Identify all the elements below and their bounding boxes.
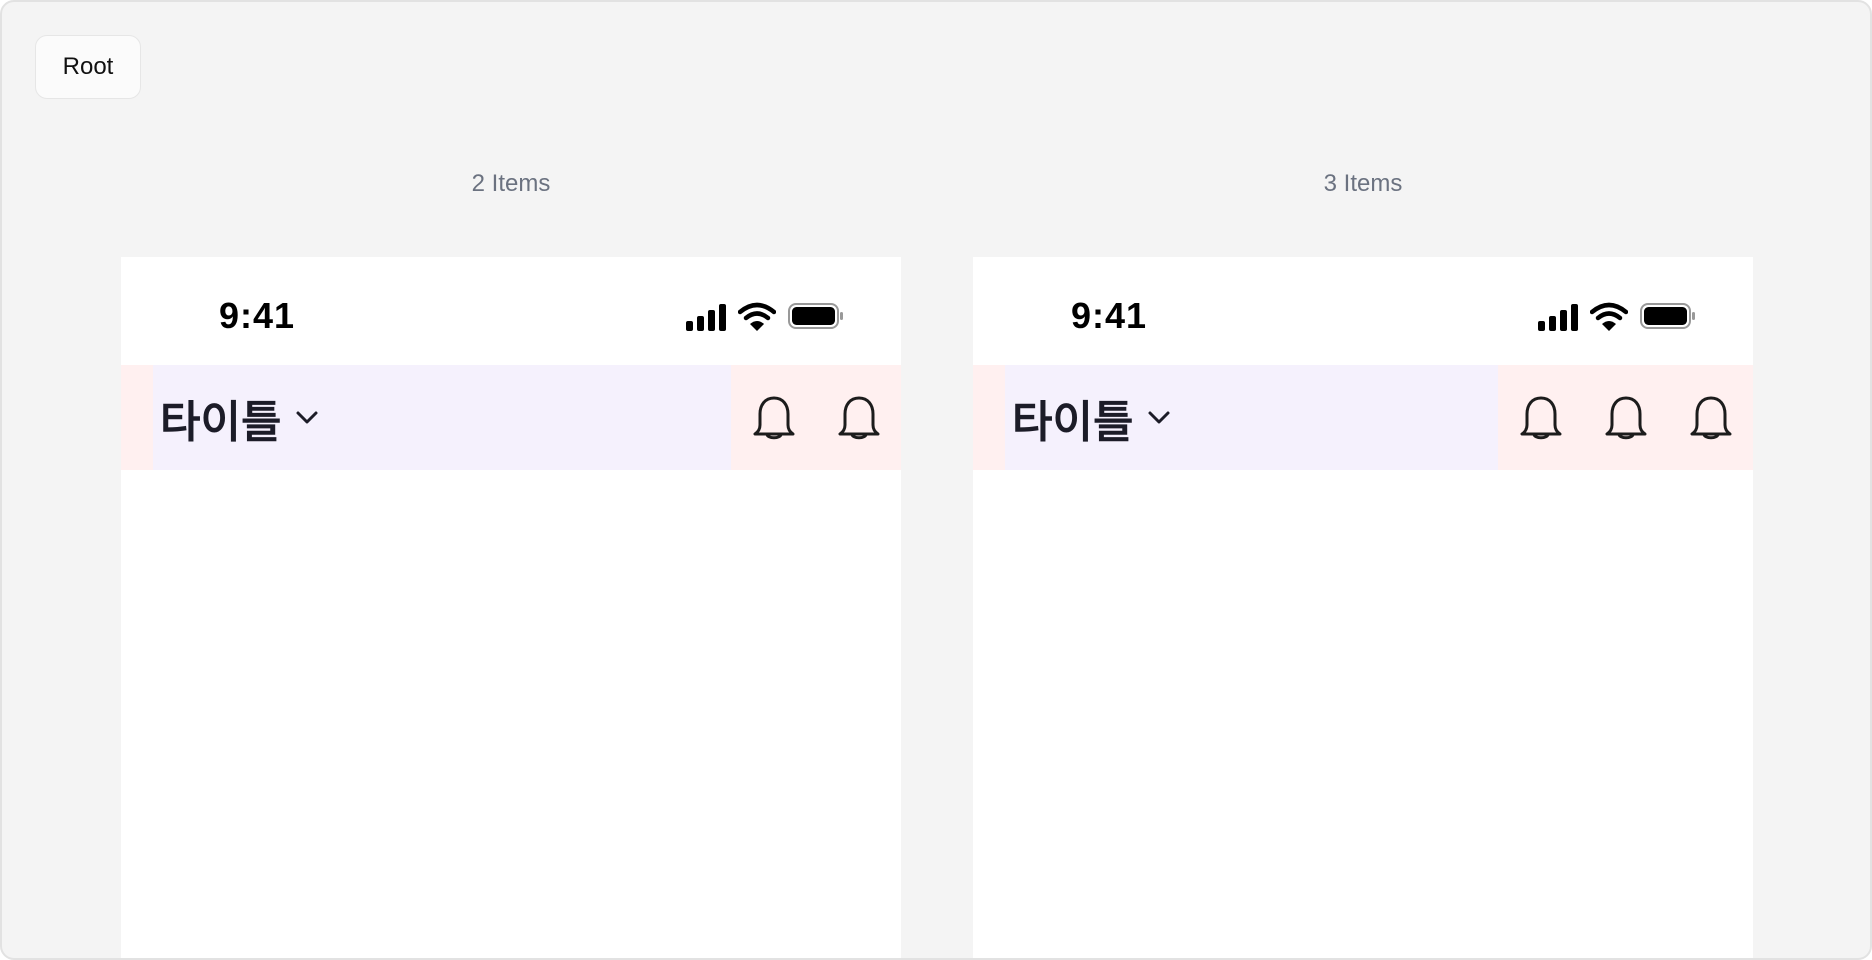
bell-icon bbox=[1690, 396, 1731, 439]
bell-icon bbox=[1605, 396, 1646, 439]
group-label-3-items: 3 Items bbox=[1323, 170, 1403, 197]
cellular-signal-icon bbox=[686, 304, 726, 331]
battery-icon bbox=[788, 303, 843, 329]
status-time: 9:41 bbox=[219, 295, 296, 336]
navigation-bar: 타이틀 bbox=[121, 365, 901, 470]
canvas: Root 2 Items 9:41 타이틀 3 Items 9:41 타이틀 bbox=[0, 0, 1872, 960]
nav-leading-padding bbox=[973, 365, 1005, 470]
wifi-icon bbox=[1590, 302, 1628, 331]
nav-title: 타이틀 bbox=[1012, 397, 1134, 447]
nav-title-dropdown[interactable]: 타이틀 bbox=[153, 365, 731, 470]
root-chip[interactable]: Root bbox=[35, 35, 141, 99]
nav-actions bbox=[1498, 365, 1753, 470]
notification-button[interactable] bbox=[829, 388, 889, 448]
cellular-signal-icon bbox=[1538, 304, 1578, 331]
status-bar: 9:41 bbox=[121, 257, 901, 365]
bell-icon bbox=[1520, 396, 1561, 439]
battery-icon bbox=[1640, 303, 1695, 329]
chevron-down-icon bbox=[1148, 411, 1170, 423]
status-bar: 9:41 bbox=[973, 257, 1753, 365]
nav-actions bbox=[731, 365, 901, 470]
notification-button[interactable] bbox=[1511, 388, 1571, 448]
nav-title: 타이틀 bbox=[160, 397, 282, 447]
bell-icon bbox=[838, 396, 879, 439]
bell-icon bbox=[753, 396, 794, 439]
navigation-bar: 타이틀 bbox=[973, 365, 1753, 470]
notification-button[interactable] bbox=[744, 388, 804, 448]
notification-button[interactable] bbox=[1681, 388, 1741, 448]
notification-button[interactable] bbox=[1596, 388, 1656, 448]
group-label-2-items: 2 Items bbox=[471, 170, 551, 197]
nav-leading-padding bbox=[121, 365, 153, 470]
phone-frame-2-items: 9:41 타이틀 bbox=[121, 257, 901, 958]
wifi-icon bbox=[738, 302, 776, 331]
chevron-down-icon bbox=[296, 411, 318, 423]
status-time: 9:41 bbox=[1071, 295, 1148, 336]
nav-title-dropdown[interactable]: 타이틀 bbox=[1005, 365, 1498, 470]
phone-frame-3-items: 9:41 타이틀 bbox=[973, 257, 1753, 958]
